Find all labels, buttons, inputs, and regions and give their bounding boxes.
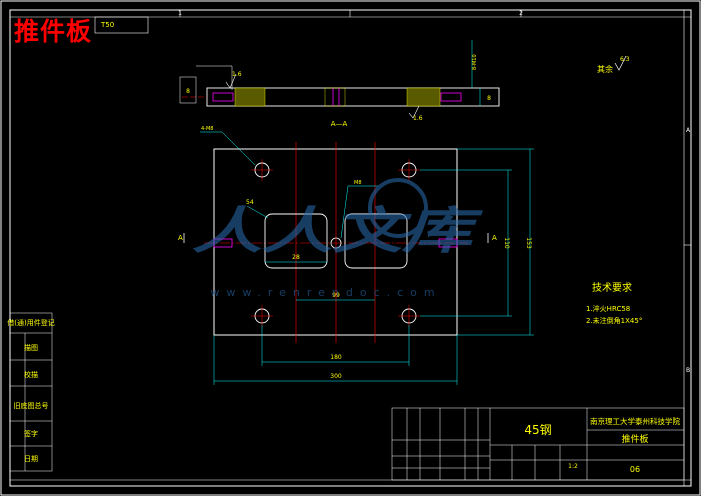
zone-label-1: 1	[178, 10, 182, 17]
scale-text: 1:2	[568, 463, 578, 470]
zone-label-b: B	[686, 367, 690, 374]
dim-153: 153	[525, 237, 532, 249]
holes-callout: 4-M8	[201, 126, 213, 132]
svg-text:8-M10: 8-M10	[472, 54, 478, 70]
roughness-a: 1.6	[232, 71, 242, 78]
watermark-logo: 人人文库	[192, 202, 483, 260]
dim-300: 300	[330, 373, 342, 380]
section-marker-left: A	[178, 234, 183, 242]
dim-110: 110	[503, 237, 510, 249]
roughness-b: 1.6	[413, 115, 423, 122]
cad-drawing: 1 2 A B T50 8 1.6 1.6 8-M10 8 A—A 其余 6.3…	[0, 0, 701, 496]
material-text: 45钢	[524, 423, 551, 437]
roughness-rest-label: 其余	[597, 64, 613, 74]
svg-text:8: 8	[487, 95, 491, 102]
school-text: 南京理工大学泰州科技学院	[590, 416, 680, 426]
roughness-rest-value: 6.3	[620, 56, 630, 63]
dim-180: 180	[330, 354, 342, 361]
sidebar-label-3: 旧底图总号	[14, 401, 49, 410]
part-name-text: 推件板	[621, 433, 648, 445]
center-hole-callout: M8	[354, 180, 362, 186]
zone-label-a: A	[686, 127, 691, 134]
svg-text:8: 8	[186, 88, 190, 95]
sidebar-label-5: 日期	[24, 455, 38, 463]
zone-label-2: 2	[519, 10, 523, 17]
watermark: 人人文库 www.renrendoc.com	[192, 178, 483, 299]
tech-heading: 技术要求	[592, 281, 632, 294]
tech-item-2: 2.未注倒角1X45°	[586, 316, 642, 325]
sidebar-label-1: 描图	[24, 343, 38, 352]
section-view: 8 1.6 1.6 8-M10 8 A—A	[179, 40, 500, 128]
section-label: A—A	[331, 120, 348, 128]
tag-text: T50	[100, 21, 114, 29]
section-marker-right: A	[492, 234, 497, 242]
sidebar-label-0: 借(通)用件登记	[7, 318, 54, 327]
sidebar-label-4: 签字	[24, 429, 38, 438]
part-number-text: 06	[630, 465, 640, 474]
sidebar-label-2: 校描	[24, 370, 38, 379]
sidebar	[9, 312, 53, 472]
tech-item-1: 1.淬火HRC58	[586, 304, 630, 313]
watermark-url: www.renrendoc.com	[210, 286, 441, 299]
page-title: 推件板	[14, 17, 93, 46]
